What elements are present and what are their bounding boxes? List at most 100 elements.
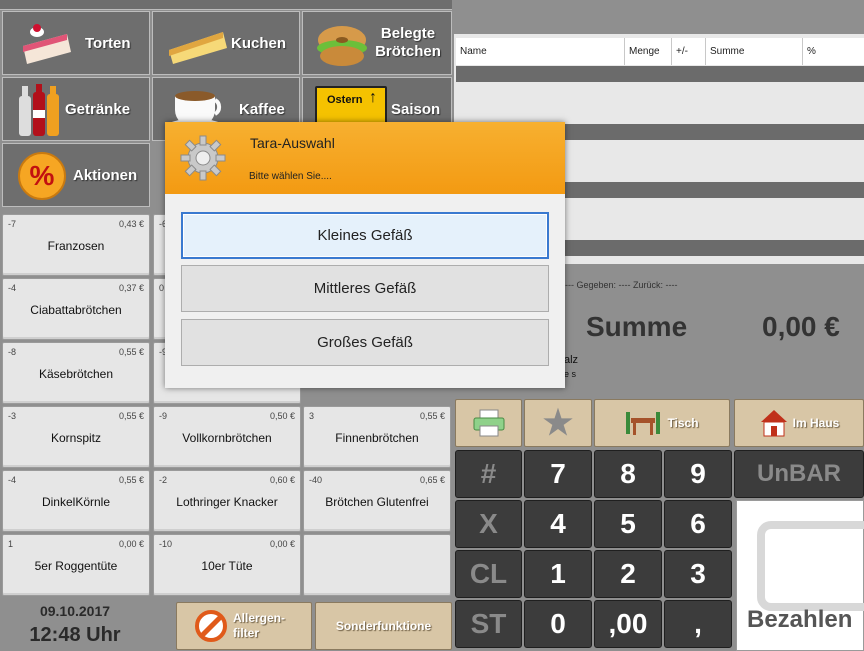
multiply-key[interactable]: X	[455, 500, 522, 548]
product-button[interactable]: -40 0,65 € Brötchen Glutenfrei	[303, 470, 451, 532]
pay-label: Bezahlen	[747, 606, 853, 633]
key-2[interactable]: 2	[594, 550, 662, 598]
product-number: -4	[8, 475, 17, 485]
key-3[interactable]: 3	[664, 550, 732, 598]
pay-button[interactable]: Bezahlen	[736, 500, 864, 651]
top-strip	[0, 0, 452, 10]
cake-icon	[23, 24, 71, 64]
product-number: -9	[159, 411, 168, 421]
percent-icon: %	[18, 152, 66, 200]
key-6[interactable]: 6	[664, 500, 732, 548]
column-header-plusminus[interactable]: +/-	[672, 38, 706, 65]
product-name: Ciabattabrötchen	[30, 303, 122, 317]
bagel-sandwich-icon	[317, 26, 367, 66]
key-7[interactable]: 7	[524, 450, 592, 498]
product-button[interactable]: -7 0,43 € Franzosen	[2, 214, 150, 276]
small-container-button[interactable]: Kleines Gefäß	[181, 212, 549, 259]
category-torten-button[interactable]: Torten	[2, 11, 150, 75]
product-price: 0,55 €	[118, 347, 144, 357]
hash-key[interactable]: #	[455, 450, 522, 498]
key-8[interactable]: 8	[594, 450, 662, 498]
product-price: 0,00 €	[118, 539, 144, 549]
product-name: Kornspitz	[50, 431, 102, 445]
dialog-title: Tara-Auswahl	[250, 135, 335, 151]
category-label: Aktionen	[73, 167, 138, 184]
large-container-button[interactable]: Großes Gefäß	[181, 319, 549, 366]
key-9[interactable]: 9	[664, 450, 732, 498]
product-name: 10er Tüte	[201, 559, 253, 573]
product-price: 0,37 €	[118, 283, 144, 293]
product-price: 0,43 €	[118, 219, 144, 229]
product-button[interactable]: -8 0,55 € Käsebrötchen	[2, 342, 150, 404]
printer-icon	[473, 409, 504, 437]
product-name: DinkelKörnle	[41, 495, 111, 509]
allergen-filter-button[interactable]: Allergen-filter	[176, 602, 312, 650]
dialog-subtitle: Bitte wählen Sie....	[249, 171, 332, 182]
column-header-summe[interactable]: Summe	[706, 38, 803, 65]
column-header-name[interactable]: Name	[456, 38, 625, 65]
special-functions-button[interactable]: Sonderfunktione	[315, 602, 452, 650]
partial-text: alz	[564, 354, 579, 366]
arrow-up-icon: ↑	[369, 89, 377, 106]
key-1[interactable]: 1	[524, 550, 592, 598]
table-chairs-icon	[626, 412, 661, 435]
table-row[interactable]	[456, 66, 864, 82]
cash-drawer-icon	[757, 521, 864, 611]
product-price: 0,55 €	[118, 411, 144, 421]
key-double-zero[interactable]: ,00	[594, 600, 662, 648]
product-number: -4	[8, 283, 17, 293]
product-number: -40	[309, 475, 323, 485]
category-getraenke-button[interactable]: Getränke	[2, 77, 150, 141]
product-number: -3	[8, 411, 17, 421]
category-aktionen-button[interactable]: % Aktionen	[2, 143, 150, 207]
category-label: Kaffee	[239, 101, 285, 118]
category-label: Kuchen	[231, 35, 287, 52]
category-label: Torten	[85, 35, 131, 52]
star-icon: ★	[542, 404, 574, 442]
product-button[interactable]: -2 0,60 € Lothringer Knacker	[153, 470, 301, 532]
product-button[interactable]: -4 0,55 € DinkelKörnle	[2, 470, 150, 532]
key-4[interactable]: 4	[524, 500, 592, 548]
unbar-button[interactable]: UnBAR	[734, 450, 864, 498]
favorites-button[interactable]: ★	[524, 399, 592, 447]
product-button[interactable]: 3 0,55 € Finnenbrötchen	[303, 406, 451, 468]
key-0[interactable]: 0	[524, 600, 592, 648]
clear-key[interactable]: CL	[455, 550, 522, 598]
product-button[interactable]: -10 0,00 € 10er Tüte	[153, 534, 301, 596]
product-price: 0,65 €	[419, 475, 445, 485]
product-number: 0	[159, 283, 165, 293]
product-price: 0,50 €	[269, 411, 295, 421]
medium-container-button[interactable]: Mittleres Gefäß	[181, 265, 549, 312]
comma-key[interactable]: ,	[664, 600, 732, 648]
signpost-text: Ostern	[327, 94, 363, 106]
product-button[interactable]: -4 0,37 € Ciabattabrötchen	[2, 278, 150, 340]
category-belegte-broetchen-button[interactable]: Belegte Brötchen	[302, 11, 452, 75]
product-name: Brötchen Glutenfrei	[325, 495, 429, 509]
product-name: 5er Roggentüte	[34, 559, 118, 573]
product-button[interactable]: -9 0,50 € Vollkornbrötchen	[153, 406, 301, 468]
key-5[interactable]: 5	[594, 500, 662, 548]
category-kuchen-button[interactable]: Kuchen	[152, 11, 300, 75]
date-display: 09.10.2017	[39, 603, 111, 619]
sum-value: 0,00 €	[762, 311, 840, 342]
product-button-empty[interactable]	[303, 534, 451, 596]
product-price: 0,55 €	[118, 475, 144, 485]
partial-text: e s	[564, 369, 577, 379]
column-header-menge[interactable]: Menge	[625, 38, 672, 65]
product-price: 0,60 €	[269, 475, 295, 485]
column-header-percent[interactable]: %	[803, 38, 864, 65]
sum-label: Summe	[586, 311, 688, 342]
category-label: Getränke	[65, 101, 131, 118]
in-house-button[interactable]: Im Haus	[734, 399, 864, 447]
product-price: 0,00 €	[269, 539, 295, 549]
print-button[interactable]	[455, 399, 522, 447]
table-button[interactable]: Tisch	[594, 399, 730, 447]
product-number: 1	[8, 539, 14, 549]
gear-icon	[180, 135, 226, 181]
product-name: Finnenbrötchen	[335, 431, 419, 445]
bottles-icon	[19, 84, 59, 136]
product-button[interactable]: 1 0,00 € 5er Roggentüte	[2, 534, 150, 596]
dialog-header: Tara-Auswahl Bitte wählen Sie....	[165, 122, 565, 194]
storno-key[interactable]: ST	[455, 600, 522, 648]
product-button[interactable]: -3 0,55 € Kornspitz	[2, 406, 150, 468]
